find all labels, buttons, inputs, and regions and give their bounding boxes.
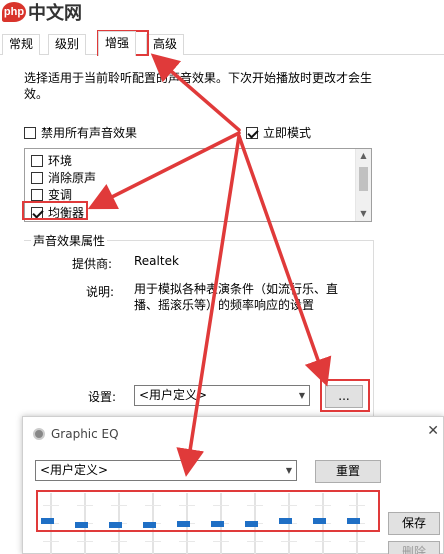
eq-reset-button[interactable]: 重置: [315, 460, 381, 483]
close-icon[interactable]: ✕: [427, 423, 439, 439]
immediate-mode-checkbox[interactable]: [246, 126, 258, 139]
php-logo-icon: php: [2, 2, 26, 22]
eq-band-tick: [77, 541, 93, 542]
eq-band-tick: [145, 541, 161, 542]
tab-strip: 常规 级别 增强 高级: [0, 31, 444, 56]
setting-select-value: <用户定义>: [139, 388, 208, 402]
disable-all-checkbox[interactable]: [24, 126, 36, 139]
graphic-eq-window: Graphic EQ ✕ <用户定义> ▼ 重置 保存 删除: [22, 416, 444, 554]
eq-band-tick: [179, 541, 195, 542]
eq-band-tick: [111, 541, 127, 542]
eq-band-tick: [43, 541, 59, 542]
effect-label: 环境: [48, 154, 73, 168]
setting-label: 设置:: [88, 390, 117, 404]
chevron-down-icon: ▼: [285, 466, 292, 475]
effect-checkbox[interactable]: [31, 171, 43, 184]
immediate-mode[interactable]: 立即模式: [246, 124, 311, 141]
scroll-down-icon[interactable]: ▼: [356, 207, 371, 221]
eq-save-button[interactable]: 保存: [388, 512, 440, 535]
enhancement-description: 选择适用于当前聆听配置的声音效果。下次开始播放时更改才会生效。: [24, 71, 373, 101]
eq-title-text: Graphic EQ: [51, 427, 119, 441]
effect-voice-cancel[interactable]: 消除原声: [31, 169, 96, 186]
eq-app-icon: [33, 428, 45, 440]
eq-preset-select[interactable]: <用户定义> ▼: [35, 460, 297, 481]
annotation-box-bands: [36, 490, 380, 532]
annotation-box-equalizer: [22, 201, 88, 220]
eq-band-tick: [281, 541, 297, 542]
description-value: 用于模拟各种表演条件（如流行乐、直播、摇滚乐等）的频率响应的设置: [134, 282, 339, 312]
effect-checkbox[interactable]: [31, 154, 43, 167]
eq-band-tick: [247, 541, 263, 542]
eq-titlebar: Graphic EQ: [33, 427, 119, 441]
provider-label: 提供商:: [72, 257, 113, 271]
eq-band-tick: [213, 541, 229, 542]
tab-levels[interactable]: 级别: [48, 34, 87, 55]
annotation-box-more: [320, 379, 370, 412]
tab-advanced[interactable]: 高级: [146, 34, 185, 55]
chevron-down-icon: ▼: [298, 391, 305, 400]
tab-enhancements[interactable]: 增强: [98, 31, 137, 56]
provider-value: Realtek: [134, 254, 179, 268]
effect-checkbox[interactable]: [31, 188, 43, 201]
eq-band-tick: [349, 541, 365, 542]
watermark-text: 中文网: [28, 3, 82, 24]
disable-all-effects[interactable]: 禁用所有声音效果: [24, 124, 137, 141]
properties-group-title: 声音效果属性: [31, 232, 108, 249]
watermark-logo: php 中文网: [0, 0, 82, 24]
setting-select[interactable]: <用户定义> ▼: [134, 385, 310, 406]
eq-delete-button[interactable]: 删除: [388, 541, 440, 554]
effect-environment[interactable]: 环境: [31, 152, 72, 169]
effects-scrollbar[interactable]: ▲ ▼: [355, 149, 371, 221]
eq-band-tick: [315, 541, 331, 542]
immediate-mode-label: 立即模式: [263, 126, 312, 140]
effect-label: 消除原声: [48, 171, 97, 185]
scroll-up-icon[interactable]: ▲: [356, 149, 371, 163]
disable-all-label: 禁用所有声音效果: [41, 126, 138, 140]
scroll-thumb[interactable]: [359, 167, 368, 191]
eq-preset-value: <用户定义>: [40, 463, 109, 477]
description-label: 说明:: [86, 285, 115, 299]
tab-general[interactable]: 常规: [2, 34, 41, 55]
